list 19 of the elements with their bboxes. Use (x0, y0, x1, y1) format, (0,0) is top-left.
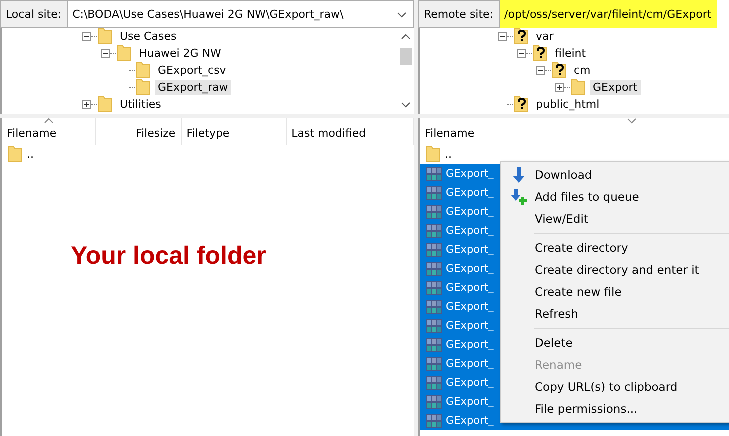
file-name: GExport_ (445, 414, 495, 426)
file-name: GExport_ (445, 358, 495, 370)
file-name: GExport_ (445, 338, 495, 350)
annotation-text: Your local folder (71, 242, 266, 271)
file-name: .. (26, 148, 35, 161)
file-name: GExport_ (445, 168, 495, 180)
file-name: GExport_ (445, 262, 495, 274)
file-name: GExport_ (445, 376, 495, 388)
site-label: Local site: (0, 0, 68, 28)
file-name: GExport_ (445, 244, 495, 256)
file-name: GExport_ (445, 320, 495, 332)
file-name: .. (444, 148, 453, 161)
file-name: GExport_ (445, 186, 495, 198)
site-label: Remote site: (418, 0, 500, 28)
file-name: GExport_ (445, 224, 495, 236)
file-name: GExport_ (445, 396, 495, 408)
file-name: GExport_ (445, 300, 495, 312)
file-name: GExport_ (445, 282, 495, 294)
file-name: GExport_ (445, 206, 495, 218)
